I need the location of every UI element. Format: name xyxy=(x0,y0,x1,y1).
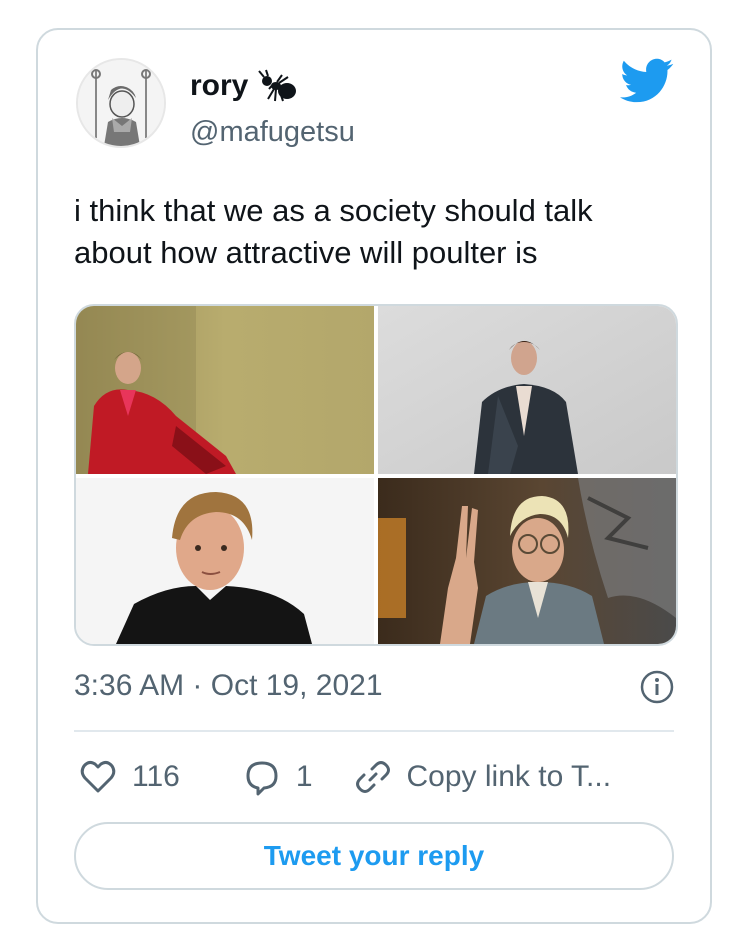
author-handle[interactable]: @mafugetsu xyxy=(190,114,355,150)
author-name-row: rory xyxy=(190,68,298,104)
reply-bubble-icon xyxy=(246,761,278,796)
author-name[interactable]: rory xyxy=(190,68,248,104)
tweet-timestamp[interactable]: 3:36 AM · Oct 19, 2021 xyxy=(74,666,383,706)
like-button[interactable]: 116 xyxy=(78,757,180,797)
info-icon[interactable] xyxy=(640,670,674,704)
copy-link-button[interactable]: Copy link to T... xyxy=(353,757,612,797)
heart-icon xyxy=(80,760,116,793)
avatar-illustration xyxy=(78,60,164,146)
divider xyxy=(74,730,674,732)
avatar[interactable] xyxy=(76,58,166,148)
reply-button[interactable]: 1 xyxy=(242,757,313,797)
photo-dark-coat[interactable] xyxy=(378,306,676,474)
like-count: 116 xyxy=(132,760,180,793)
media-grid xyxy=(74,304,678,646)
copy-link-label: Copy link to T... xyxy=(406,760,612,793)
action-bar: 116 1 Copy link to T... xyxy=(78,752,611,802)
tweet-text: i think that we as a society should talk… xyxy=(74,190,674,274)
reply-count: 1 xyxy=(295,760,313,793)
link-icon xyxy=(355,761,390,793)
tweet-reply-button[interactable]: Tweet your reply xyxy=(74,822,674,890)
photo-peace-sign[interactable] xyxy=(378,478,676,644)
photo-black-shirt[interactable] xyxy=(76,478,374,644)
tweet-card: rory @mafugetsu i think that we as a soc… xyxy=(36,28,712,924)
tweet-text-line-1: i think that we as a society should talk xyxy=(74,193,593,228)
ant-icon xyxy=(258,69,297,102)
tweet-text-line-2: about how attractive will poulter is xyxy=(74,235,538,270)
photo-red-suit[interactable] xyxy=(76,306,374,474)
twitter-bird-icon[interactable] xyxy=(620,58,674,104)
